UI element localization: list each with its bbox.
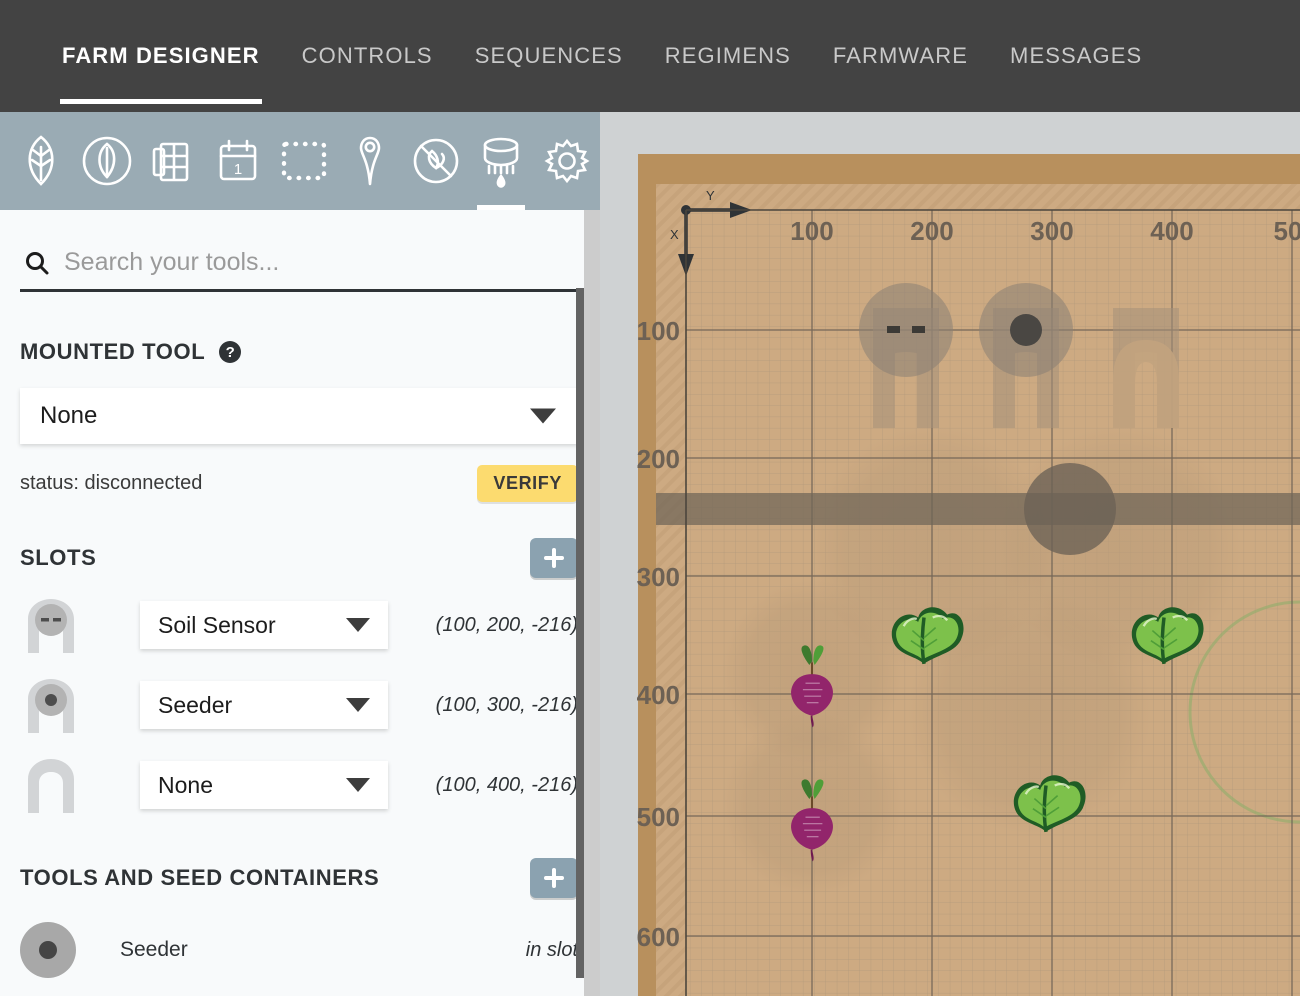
slot-tool-value: Soil Sensor — [140, 612, 276, 639]
nav-tab-messages[interactable]: MESSAGES — [1010, 0, 1142, 112]
map-x-tick: 200 — [910, 216, 953, 246]
slot-tool-select[interactable]: None — [140, 761, 388, 809]
nav-tab-farm-designer[interactable]: FARM DESIGNER — [62, 0, 260, 112]
mounted-tool-status: status: disconnected — [20, 472, 202, 495]
slot-coordinates: (100, 400, -216) — [436, 774, 578, 797]
nav-tab-label: MESSAGES — [1010, 43, 1142, 69]
axis-label-y: Y — [706, 188, 715, 203]
slot-tool-value: Seeder — [140, 692, 232, 719]
map-y-tick: 100 — [637, 316, 680, 346]
map-y-tick: 200 — [637, 444, 680, 474]
empty-slot-icon — [20, 755, 82, 815]
slot-coordinates: (100, 300, -216) — [436, 694, 578, 717]
search-input[interactable] — [54, 248, 578, 277]
svg-text:1: 1 — [234, 161, 242, 178]
add-slot-button[interactable] — [530, 538, 578, 578]
settings-gear-icon[interactable] — [534, 112, 600, 210]
designer-tool-strip: 1 — [0, 112, 600, 210]
slot-tool-value: None — [140, 772, 213, 799]
help-circle-icon[interactable]: ? — [219, 341, 241, 363]
nav-tab-list: FARM DESIGNER CONTROLS SEQUENCES REGIMEN… — [0, 0, 1184, 112]
groups-grid-icon[interactable] — [140, 112, 206, 210]
points-pin-icon[interactable] — [337, 112, 403, 210]
chevron-down-icon — [346, 698, 370, 712]
chevron-down-icon — [346, 778, 370, 792]
tool-list-item[interactable]: Seeder in slot — [20, 920, 578, 980]
map-y-tick: 600 — [637, 922, 680, 952]
mounted-tool-header: MOUNTED TOOL ? — [20, 332, 578, 372]
nav-tab-label: CONTROLS — [302, 43, 433, 69]
slot-row: None (100, 400, -216) — [20, 752, 578, 818]
tools-containers-title: TOOLS AND SEED CONTAINERS — [20, 865, 379, 891]
axis-label-x: X — [670, 227, 679, 242]
map-x-tick: 400 — [1150, 216, 1193, 246]
chevron-down-icon — [346, 618, 370, 632]
seeder-icon — [20, 922, 76, 978]
search-icon — [20, 250, 54, 276]
plants-group-icon[interactable] — [74, 112, 140, 210]
slots-title: SLOTS — [20, 545, 96, 571]
slot-coordinates: (100, 200, -216) — [436, 614, 578, 637]
map-x-tick: 50 — [1274, 216, 1300, 246]
nav-tab-regimens[interactable]: REGIMENS — [665, 0, 791, 112]
nav-tab-label: FARMWARE — [833, 43, 968, 69]
slot-tool-select[interactable]: Soil Sensor — [140, 601, 388, 649]
nav-tab-label: REGIMENS — [665, 43, 791, 69]
mounted-tool-select[interactable]: None — [20, 388, 578, 444]
map-x-tick: 100 — [790, 216, 833, 246]
farm-designer-map[interactable]: Y X 100 200 300 400 50 100 200 300 400 — [600, 112, 1300, 996]
nav-tab-sequences[interactable]: SEQUENCES — [475, 0, 623, 112]
nav-tab-controls[interactable]: CONTROLS — [302, 0, 433, 112]
map-y-tick: 500 — [637, 802, 680, 832]
map-x-tick: 300 — [1030, 216, 1073, 246]
mounted-tool-title: MOUNTED TOOL — [20, 339, 205, 365]
plant-leaf-icon[interactable] — [8, 112, 74, 210]
tool-item-name: Seeder — [120, 938, 188, 962]
panel-scrollbar-thumb[interactable] — [576, 288, 584, 978]
mounted-tool-status-row: status: disconnected VERIFY — [20, 466, 578, 500]
tools-watering-icon[interactable] — [468, 112, 534, 210]
nav-tab-label: FARM DESIGNER — [62, 43, 260, 69]
tool-item-status: in slot — [526, 939, 578, 962]
map-y-tick: 300 — [637, 562, 680, 592]
verify-button[interactable]: VERIFY — [477, 465, 578, 502]
farmbot-app: FARM DESIGNER CONTROLS SEQUENCES REGIMEN… — [0, 0, 1300, 996]
calendar-events-icon[interactable]: 1 — [205, 112, 271, 210]
weeds-no-icon[interactable] — [403, 112, 469, 210]
panel-scrollbar-track[interactable] — [584, 210, 600, 996]
add-tool-button[interactable] — [530, 858, 578, 898]
zones-dashed-box-icon[interactable] — [271, 112, 337, 210]
search-bar[interactable] — [20, 236, 578, 292]
nav-tab-label: SEQUENCES — [475, 43, 623, 69]
slot-row: Seeder (100, 300, -216) — [20, 672, 578, 738]
seeder-slot-icon — [20, 675, 82, 735]
map-y-tick: 400 — [637, 680, 680, 710]
chevron-down-icon — [530, 409, 556, 424]
slot-tool-select[interactable]: Seeder — [140, 681, 388, 729]
tools-containers-header: TOOLS AND SEED CONTAINERS — [20, 858, 578, 898]
slots-header: SLOTS — [20, 538, 578, 578]
top-navigation-bar: FARM DESIGNER CONTROLS SEQUENCES REGIMEN… — [0, 0, 1300, 112]
nav-tab-farmware[interactable]: FARMWARE — [833, 0, 968, 112]
tools-panel: MOUNTED TOOL ? None status: disconnected… — [0, 210, 600, 996]
soil-sensor-slot-icon — [20, 595, 82, 655]
slot-row: Soil Sensor (100, 200, -216) — [20, 592, 578, 658]
mounted-tool-value: None — [20, 402, 97, 430]
